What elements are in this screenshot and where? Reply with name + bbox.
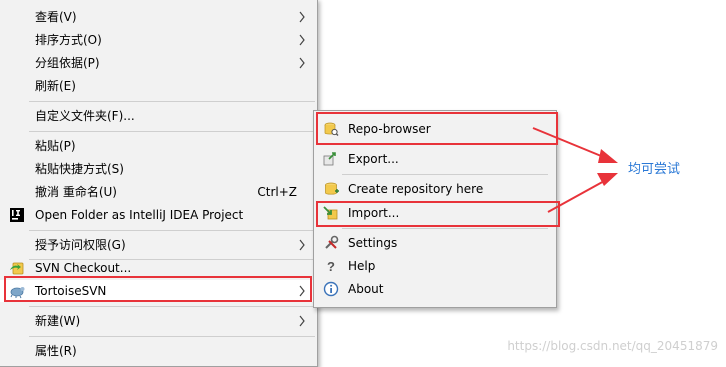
explorer-context-menu: 查看(V) 排序方式(O) 分组依据(P) 刷新(E) 自定义文件夹(F)...… xyxy=(0,0,318,367)
menu-item-label: 授予访问权限(G) xyxy=(35,238,126,252)
menu-item-customize-folder[interactable]: 自定义文件夹(F)... xyxy=(0,105,317,127)
submenu-item-settings[interactable]: Settings xyxy=(314,232,556,254)
svn-checkout-icon xyxy=(10,262,24,275)
submenu-item-label: Settings xyxy=(348,236,398,250)
intellij-idea-icon xyxy=(10,208,24,222)
highlight-box-repo-browser xyxy=(316,112,558,145)
menu-item-label: 属性(R) xyxy=(35,344,77,358)
menu-item-label: 新建(W) xyxy=(35,314,81,328)
menu-item-label: 自定义文件夹(F)... xyxy=(35,109,135,123)
menu-item-label: 撤消 重命名(U) xyxy=(35,185,117,199)
menu-item-open-intellij[interactable]: Open Folder as IntelliJ IDEA Project xyxy=(0,204,317,226)
arrowhead xyxy=(598,149,618,163)
submenu-item-label: Help xyxy=(348,259,376,273)
help-icon: ? xyxy=(327,259,335,274)
menu-item-label: 粘贴快捷方式(S) xyxy=(35,162,124,176)
menu-item-refresh[interactable]: 刷新(E) xyxy=(0,75,317,97)
menu-item-properties[interactable]: 属性(R) xyxy=(0,340,317,362)
menu-separator xyxy=(342,174,548,175)
create-repository-icon xyxy=(325,182,339,195)
submenu-item-create-repository[interactable]: Create repository here xyxy=(314,178,556,200)
highlight-box-import xyxy=(316,201,560,227)
menu-item-sort-by[interactable]: 排序方式(O) xyxy=(0,29,317,51)
menu-item-new[interactable]: 新建(W) xyxy=(0,310,317,332)
chevron-right-icon xyxy=(299,57,305,69)
menu-separator xyxy=(29,101,315,102)
annotation-text: 均可尝试 xyxy=(628,162,681,177)
submenu-item-about[interactable]: About xyxy=(314,278,556,300)
submenu-item-help[interactable]: ? Help xyxy=(314,255,556,277)
submenu-item-label: About xyxy=(348,282,384,296)
menu-separator xyxy=(29,131,315,132)
menu-separator xyxy=(29,306,315,307)
menu-item-label: 刷新(E) xyxy=(35,79,76,93)
menu-item-view[interactable]: 查看(V) xyxy=(0,6,317,28)
menu-item-group-by[interactable]: 分组依据(P) xyxy=(0,52,317,74)
menu-separator xyxy=(342,228,548,229)
menu-separator xyxy=(29,336,315,337)
watermark: https://blog.csdn.net/qq_20451879 xyxy=(507,339,718,353)
chevron-right-icon xyxy=(299,11,305,23)
menu-item-label: 分组依据(P) xyxy=(35,56,100,70)
export-icon xyxy=(323,152,336,166)
chevron-right-icon xyxy=(299,315,305,327)
settings-icon xyxy=(325,235,339,249)
highlight-box-tortoisesvn xyxy=(4,276,312,302)
menu-item-paste-shortcut[interactable]: 粘贴快捷方式(S) xyxy=(0,158,317,180)
chevron-right-icon xyxy=(299,34,305,46)
menu-item-label: 粘贴(P) xyxy=(35,139,76,153)
submenu-item-export[interactable]: Export... xyxy=(314,148,556,170)
menu-item-label: 排序方式(O) xyxy=(35,33,102,47)
menu-item-undo-rename[interactable]: 撤消 重命名(U) Ctrl+Z xyxy=(0,181,317,203)
submenu-item-label: Export... xyxy=(348,152,399,166)
menu-item-shortcut: Ctrl+Z xyxy=(257,185,297,199)
svg-text:?: ? xyxy=(327,259,335,274)
submenu-item-label: Create repository here xyxy=(348,182,484,196)
arrowhead xyxy=(597,173,618,186)
menu-item-label: Open Folder as IntelliJ IDEA Project xyxy=(35,208,244,222)
menu-item-label: 查看(V) xyxy=(35,10,77,24)
menu-separator xyxy=(29,230,315,231)
menu-item-paste[interactable]: 粘贴(P) xyxy=(0,135,317,157)
menu-item-grant-access[interactable]: 授予访问权限(G) xyxy=(0,234,317,256)
chevron-right-icon xyxy=(299,239,305,251)
about-icon xyxy=(323,281,339,297)
